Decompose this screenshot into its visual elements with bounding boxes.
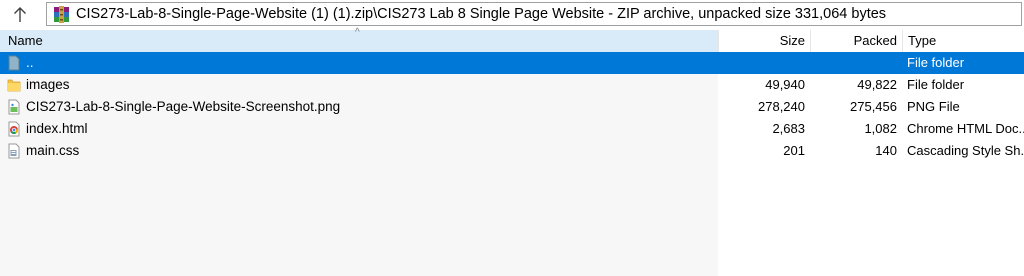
up-folder-button[interactable] bbox=[6, 4, 34, 26]
list-item-type: PNG File bbox=[907, 99, 960, 114]
list-item-size: 278,240 bbox=[758, 99, 805, 114]
list-item-type: File folder bbox=[907, 55, 965, 70]
list-item-packed: 275,456 bbox=[850, 99, 897, 114]
list-item-index-html[interactable]: index.html 2,683 1,082 Chrome HTML Doc..… bbox=[0, 118, 1024, 140]
up-arrow-icon bbox=[14, 7, 26, 22]
list-item-name: images bbox=[26, 77, 70, 92]
list-item-screenshot-png[interactable]: CIS273-Lab-8-Single-Page-Website-Screens… bbox=[0, 96, 1024, 118]
zip-archive-icon bbox=[53, 5, 70, 23]
column-header-type[interactable]: Type bbox=[902, 30, 1024, 52]
list-item-name: main.css bbox=[26, 143, 80, 158]
list-item-images[interactable]: images 49,940 49,822 File folder bbox=[0, 74, 1024, 96]
address-bar: CIS273-Lab-8-Single-Page-Website (1) (1)… bbox=[0, 0, 1024, 30]
sort-ascending-icon: ^ bbox=[355, 27, 360, 38]
list-item-name: CIS273-Lab-8-Single-Page-Website-Screens… bbox=[26, 99, 341, 114]
parent-folder-icon bbox=[7, 55, 21, 71]
path-field[interactable]: CIS273-Lab-8-Single-Page-Website (1) (1)… bbox=[46, 2, 1022, 26]
archive-path-text: CIS273-Lab-8-Single-Page-Website (1) (1)… bbox=[76, 6, 887, 22]
chrome-html-icon bbox=[7, 121, 21, 137]
column-header-size[interactable]: Size bbox=[718, 30, 810, 52]
list-item-size bbox=[718, 52, 810, 74]
folder-icon bbox=[7, 77, 21, 93]
list-item-packed bbox=[810, 52, 902, 74]
list-item-name: index.html bbox=[26, 121, 88, 136]
list-item-packed: 49,822 bbox=[857, 77, 897, 92]
list-item-size: 49,940 bbox=[765, 77, 805, 92]
list-item-main-css[interactable]: main.css 201 140 Cascading Style Sh... bbox=[0, 140, 1024, 162]
list-item-type: File folder bbox=[907, 77, 965, 92]
winrar-window: CIS273-Lab-8-Single-Page-Website (1) (1)… bbox=[0, 0, 1024, 276]
column-header-name[interactable]: Name bbox=[8, 30, 43, 52]
list-item-packed: 140 bbox=[875, 143, 897, 158]
list-item-size: 201 bbox=[783, 143, 805, 158]
list-item-name: .. bbox=[26, 55, 34, 70]
file-list: .. File folder images 49,940 49,822 File… bbox=[0, 52, 1024, 276]
png-file-icon bbox=[7, 99, 21, 115]
list-item-type: Cascading Style Sh... bbox=[907, 143, 1024, 158]
column-header: Name ^ Size Packed Type bbox=[0, 27, 1024, 52]
list-item-packed: 1,082 bbox=[864, 121, 897, 136]
css-file-icon bbox=[7, 143, 21, 159]
column-header-packed[interactable]: Packed bbox=[810, 30, 902, 52]
list-item-parent[interactable]: .. File folder bbox=[0, 52, 1024, 74]
list-item-size: 2,683 bbox=[772, 121, 805, 136]
list-item-type: Chrome HTML Doc... bbox=[907, 121, 1024, 136]
